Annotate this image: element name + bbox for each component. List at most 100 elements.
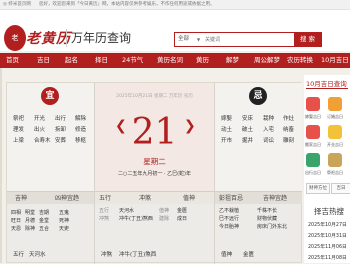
pengzu-item: 今日胎神 [219,224,240,230]
ji-word: 嫁娶 [221,116,233,122]
jishen-item: 吉期 [39,210,50,216]
list-item[interactable]: 2025年11月08日 [308,254,347,261]
wedding-icon[interactable] [306,97,320,111]
lunar-date: 二○二五年九月初一 · 乙巳(蛇)年 [117,171,192,177]
ji-word: 词讼 [263,138,275,144]
yi-word: 开光 [34,116,46,122]
chevron-down-icon[interactable]: ▼ [197,33,200,46]
ji-word: 开市 [221,138,233,144]
center-value: 成日 [177,216,188,222]
list-item[interactable]: 2025年10月31日 [308,232,347,239]
nav-item-huangli[interactable]: 黄历 [196,53,209,68]
day-number: 21 [131,112,178,153]
bottom-value: 天河水 [29,252,46,258]
xiongshen-item: 五鬼 [59,210,70,216]
travel-icon[interactable] [306,153,320,167]
tile-label[interactable]: 订婚吉日 [327,114,343,120]
jishen-item: 天恩 [11,226,22,232]
jishen-item: 明堂 [25,210,36,216]
welcome-notice: 您好，欢迎您来到「今日黄历」网，本站内容仅供参考娱乐，不作任何用途或依据之用。 [39,2,215,7]
ji-word: 动土 [221,127,233,133]
jishen-item: 除神 [25,226,36,232]
pengzu-header: 彭祖百忌 吉神宜趋 [215,191,302,204]
list-item[interactable]: 2025年11月06日 [308,243,347,250]
ji-word: 入宅 [263,127,275,133]
nav-item-zeri[interactable]: 择日 [95,53,108,68]
tile-label[interactable]: 出行吉日 [305,170,321,176]
yi-word: 祭祀 [13,116,25,122]
sacrifice-icon[interactable] [328,153,342,167]
right-sidebar: 10月吉日查询 嫁娶吉日 订婚吉日 搬家吉日 开业吉日 出行吉日 祭祀吉日 财神… [304,75,350,263]
nav-item-home[interactable]: 首页 [6,53,19,68]
home-link[interactable]: ◎ 虾米首页网 [3,0,31,10]
bottom-value: 金匮 [243,252,255,258]
jiri-button[interactable]: 吉日 [331,183,350,194]
pengzu-item: 千株不长 [257,208,278,214]
nav-item-dream[interactable]: 解梦 [226,53,239,68]
moving-icon[interactable] [306,125,320,139]
nav-item-october-days[interactable]: 10月吉日 [321,53,349,68]
jishen-item: 月德 [25,218,36,224]
center-heading: 值神 [183,195,196,202]
date-line: 2025年10月21日 星期二 万年历 农历 [116,94,193,99]
yi-word: 上梁 [13,138,25,144]
title-underline [306,88,348,89]
nav-item-zhougong[interactable]: 周公解梦 [254,53,280,68]
jishen-heading: 吉神 [15,195,28,202]
center-key: 建除 [159,216,170,222]
ji-badge: 忌 [249,87,267,105]
opening-icon[interactable] [328,125,342,139]
jishen-item: 金堂 [39,218,50,224]
engagement-icon[interactable] [328,97,342,111]
main-nav: 首页 吉日 起名 择日 24节气 黄历名词 黄历 解梦 周公解梦 农历转换 10… [0,53,350,68]
tile-label[interactable]: 搬家吉日 [305,142,321,148]
tile-label[interactable]: 嫁娶吉日 [305,114,321,120]
chevron-right-icon[interactable]: ❯ [184,118,196,134]
list-item[interactable]: 2025年10月27日 [308,221,347,228]
tile-label[interactable]: 祭祀吉日 [327,170,343,176]
tile-label[interactable]: 开业吉日 [327,142,343,148]
yi-word: 拆卸 [55,127,67,133]
jishen-header: 吉神 凶神宜趋 [7,191,94,204]
nav-item-terms[interactable]: 黄历名词 [157,53,183,68]
yi-word: 修造 [75,127,87,133]
xiongshen-heading: 凶神宜趋 [55,195,80,202]
center-value: 金匮 [177,208,188,214]
yi-word: 移柩 [75,138,87,144]
logo[interactable]: 老 老黄历 [4,25,72,51]
ji-word: 破土 [242,127,254,133]
jishen-right-heading: 吉神宜趋 [263,195,288,202]
center-key: 五行 [99,208,110,214]
yi-panel: 宜 祭祀 开光 出行 解除 理发 出火 拆卸 修造 上梁 合寿木 安葬 移柩 [7,83,94,191]
search-button[interactable]: 搜 索 [294,33,321,46]
pengzu-item: 房床门外东北 [257,224,288,230]
center-value: 天河水 [119,208,135,214]
nav-item-naming[interactable]: 起名 [65,53,78,68]
xiongshen-item: 死神 [59,218,70,224]
jishen-item: 五合 [39,226,50,232]
pengzu-heading: 彭祖百忌 [219,195,244,202]
weekday: 星期二 [143,157,166,166]
search-category-select[interactable]: 全部 [178,33,189,46]
center-header: 五行 冲煞 值神 [95,191,214,204]
pengzu-item: 巳不远行 [219,216,240,222]
october-days-title: 10月吉日查询 [306,80,347,88]
jishen-item: 四相 [11,210,22,216]
bottom-info-row: 五行 天河水 冲煞 冲牛(丁丑)煞西 值神 金匮 [7,233,303,263]
yi-badge: 宜 [41,87,59,105]
hot-search-title: 择吉热搜 [314,207,344,216]
left-edge [0,68,2,263]
pengzu-item: 财物伏藏 [257,216,278,222]
center-value: 冲牛(丁丑)煞西 [119,216,153,222]
nav-item-solar-terms[interactable]: 24节气 [122,53,143,68]
logo-seal-icon: 老 [4,25,26,51]
search-input[interactable] [205,34,291,45]
nav-item-jiri[interactable]: 吉日 [37,53,50,68]
ji-panel: 忌 嫁娶 安床 栽种 作灶 动土 破土 入宅 纳畜 开市 掘井 词讼 雕刻 [215,83,302,191]
date-center: 2025年10月21日 星期二 万年历 农历 ❮ 21 ❯ 星期二 二○二五年九… [95,83,214,191]
ji-word: 纳畜 [283,127,295,133]
site-title: 万年历查询 [66,29,131,47]
wealth-direction-button[interactable]: 财神方位 [306,183,330,194]
nav-item-lunar-convert[interactable]: 农历转换 [287,53,313,68]
yi-word: 出火 [34,127,46,133]
